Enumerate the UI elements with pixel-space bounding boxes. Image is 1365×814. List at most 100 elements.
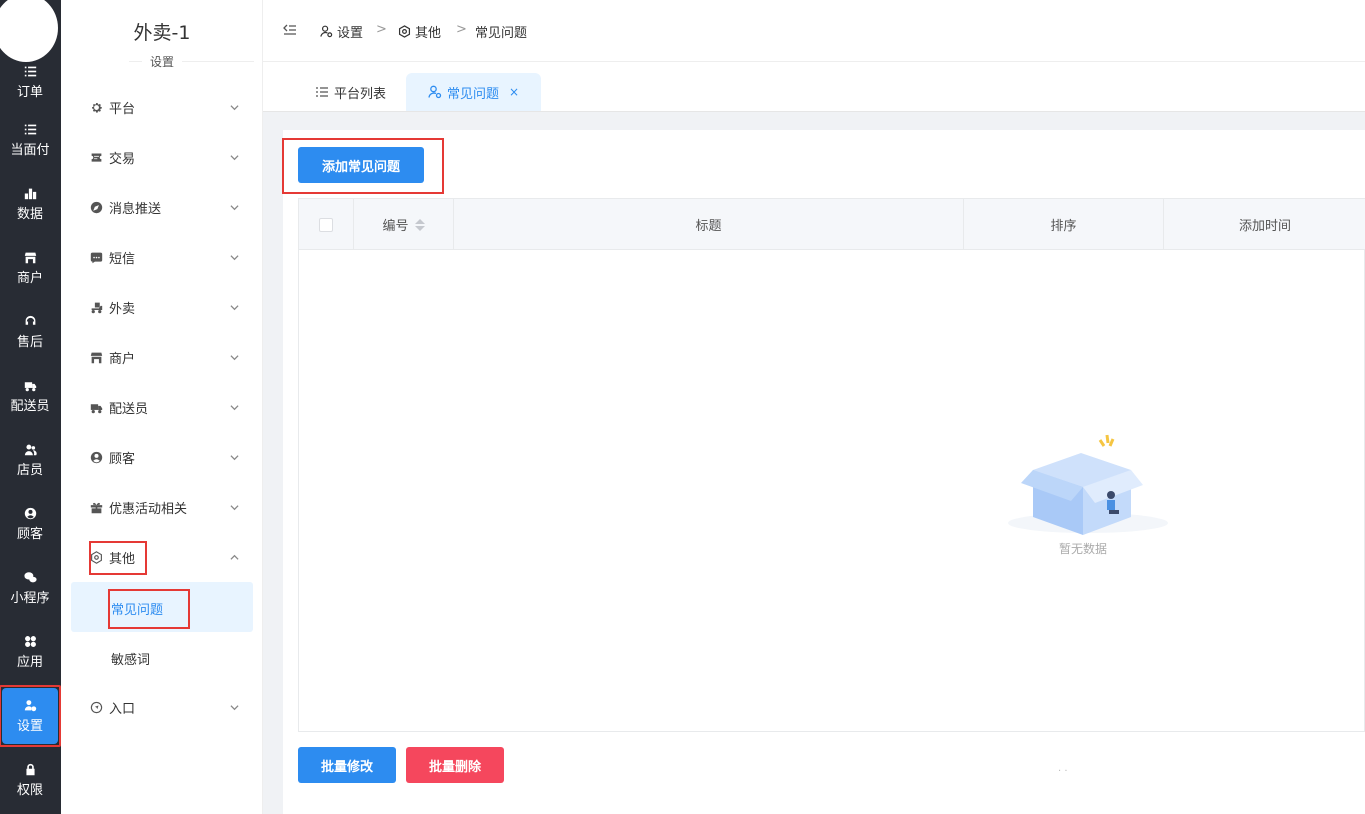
gift-icon bbox=[89, 500, 103, 514]
menu-label: 商户 bbox=[109, 351, 136, 367]
rail-item-label: 商户 bbox=[16, 271, 43, 286]
highlight-box bbox=[282, 138, 444, 194]
menu-entry[interactable]: 入口 bbox=[89, 696, 239, 718]
rail-item-label: 店员 bbox=[16, 463, 43, 478]
compass-icon bbox=[89, 200, 103, 214]
chevron-down-icon bbox=[230, 351, 239, 361]
column-title: 标题 bbox=[454, 199, 964, 250]
chevron-up-icon bbox=[230, 551, 239, 560]
table-header: 编号 标题 排序 添加时间 bbox=[299, 199, 1365, 250]
rail-item-face-pay[interactable]: 当面付 bbox=[2, 112, 58, 168]
menu-label: 优惠活动相关 bbox=[109, 501, 188, 517]
tab-faq[interactable]: 常见问题 × bbox=[406, 73, 542, 111]
gear-icon bbox=[89, 100, 103, 114]
select-all-checkbox[interactable] bbox=[319, 217, 333, 232]
submenu-subtitle: 设置 bbox=[61, 53, 263, 70]
rail-item-orders[interactable]: 订单 bbox=[2, 54, 58, 110]
wechat-icon bbox=[23, 570, 37, 584]
rail-item-label: 当面付 bbox=[10, 143, 50, 158]
column-sort: 排序 bbox=[964, 199, 1164, 250]
chevron-down-icon bbox=[230, 701, 239, 711]
rail-item-label: 顾客 bbox=[16, 527, 43, 542]
menu-label: 交易 bbox=[109, 151, 136, 167]
navigation-icon bbox=[89, 700, 103, 714]
empty-text: 暂无数据 bbox=[1058, 542, 1107, 556]
rail-item-after-sales[interactable]: 售后 bbox=[2, 304, 58, 360]
rail-item-permissions[interactable]: 权限 bbox=[2, 752, 58, 808]
delivery-bike-icon bbox=[89, 300, 103, 314]
header-select-all bbox=[299, 199, 354, 250]
menu-courier[interactable]: 配送员 bbox=[89, 396, 239, 418]
chevron-down-icon bbox=[230, 501, 239, 511]
user-gear-icon bbox=[428, 85, 442, 99]
chevron-down-icon bbox=[230, 301, 239, 311]
rail-item-apps[interactable]: 应用 bbox=[2, 624, 58, 680]
menu-label: 短信 bbox=[109, 251, 136, 267]
chevron-down-icon bbox=[230, 101, 239, 111]
tab-platform-list[interactable]: 平台列表 bbox=[293, 73, 408, 111]
column-id[interactable]: 编号 bbox=[354, 199, 454, 250]
logo bbox=[0, 0, 58, 62]
breadcrumb-separator: > bbox=[376, 22, 387, 37]
rail-item-label: 配送员 bbox=[10, 399, 50, 414]
menu-label: 配送员 bbox=[109, 401, 149, 417]
rail-item-data[interactable]: 数据 bbox=[2, 176, 58, 232]
menu-push[interactable]: 消息推送 bbox=[89, 196, 239, 218]
delivery-truck-icon bbox=[89, 400, 103, 414]
menu-customer[interactable]: 顾客 bbox=[89, 446, 239, 468]
list-icon bbox=[316, 87, 328, 97]
chevron-down-icon bbox=[230, 451, 239, 461]
menu-label: 顾客 bbox=[109, 451, 136, 467]
menu-sms[interactable]: 短信 bbox=[89, 246, 239, 268]
rail-item-label: 数据 bbox=[16, 207, 43, 222]
app-title: 外卖-1 bbox=[133, 22, 191, 44]
rail-item-label: 售后 bbox=[16, 335, 43, 350]
highlight-box bbox=[108, 589, 190, 629]
top-header: 设置 > 其他 > 常见问题 bbox=[263, 0, 1365, 62]
menu-trade[interactable]: 交易 bbox=[89, 146, 239, 168]
rail-item-label: 应用 bbox=[16, 655, 43, 670]
bar-chart-icon bbox=[23, 186, 37, 200]
chevron-down-icon bbox=[230, 251, 239, 261]
rail-item-courier[interactable]: 配送员 bbox=[2, 368, 58, 424]
batch-delete-button[interactable]: 批量删除 bbox=[406, 747, 504, 783]
menu-platform[interactable]: 平台 bbox=[89, 96, 239, 118]
faq-table: 编号 标题 排序 添加时间 bbox=[298, 198, 1365, 732]
settings-submenu: 外卖-1 设置 平台 交易 消息推送 短信 外卖 商户 配送员 顾客 优惠活动相… bbox=[61, 0, 263, 814]
rail-item-label: 小程序 bbox=[10, 591, 50, 606]
user-gear-icon bbox=[320, 25, 333, 38]
close-icon[interactable]: × bbox=[509, 85, 519, 99]
rail-item-settings[interactable]: 设置 bbox=[0, 685, 61, 747]
batch-edit-button[interactable]: 批量修改 bbox=[298, 747, 396, 783]
menu-collapse-icon[interactable] bbox=[283, 23, 297, 37]
column-added-time: 添加时间 bbox=[1238, 219, 1291, 234]
rail-item-staff[interactable]: 店员 bbox=[2, 432, 58, 488]
menu-label: 外卖 bbox=[109, 301, 136, 317]
menu-child-sensitive[interactable]: 敏感词 bbox=[111, 649, 150, 668]
chevron-down-icon bbox=[230, 401, 239, 411]
rail-item-customer[interactable]: 顾客 bbox=[2, 496, 58, 552]
menu-label: 消息推送 bbox=[109, 201, 162, 217]
menu-label: 平台 bbox=[109, 101, 136, 117]
menu-promotions[interactable]: 优惠活动相关 bbox=[89, 496, 239, 518]
menu-merchant[interactable]: 商户 bbox=[89, 346, 239, 368]
chevron-down-icon bbox=[230, 201, 239, 211]
chevron-down-icon bbox=[230, 151, 239, 161]
ticket-icon bbox=[89, 150, 103, 164]
sort-icon[interactable] bbox=[414, 218, 425, 231]
breadcrumb-separator: > bbox=[456, 22, 467, 37]
rail-item-label: 权限 bbox=[16, 783, 43, 798]
rail-item-merchant[interactable]: 商户 bbox=[2, 240, 58, 296]
headset-icon bbox=[23, 314, 37, 328]
breadcrumb-current: 常见问题 bbox=[475, 26, 528, 41]
breadcrumb-settings[interactable]: 设置 bbox=[320, 22, 363, 41]
list-icon bbox=[23, 64, 37, 78]
pager-dots: · · bbox=[1058, 766, 1068, 777]
page-tabs: 平台列表 常见问题 × bbox=[263, 62, 1365, 112]
list-icon bbox=[23, 122, 37, 136]
menu-label: 入口 bbox=[109, 701, 136, 717]
menu-takeout[interactable]: 外卖 bbox=[89, 296, 239, 318]
user-circle-icon bbox=[89, 450, 103, 464]
breadcrumb-other[interactable]: 其他 bbox=[398, 22, 441, 41]
rail-item-mini-program[interactable]: 小程序 bbox=[2, 560, 58, 616]
